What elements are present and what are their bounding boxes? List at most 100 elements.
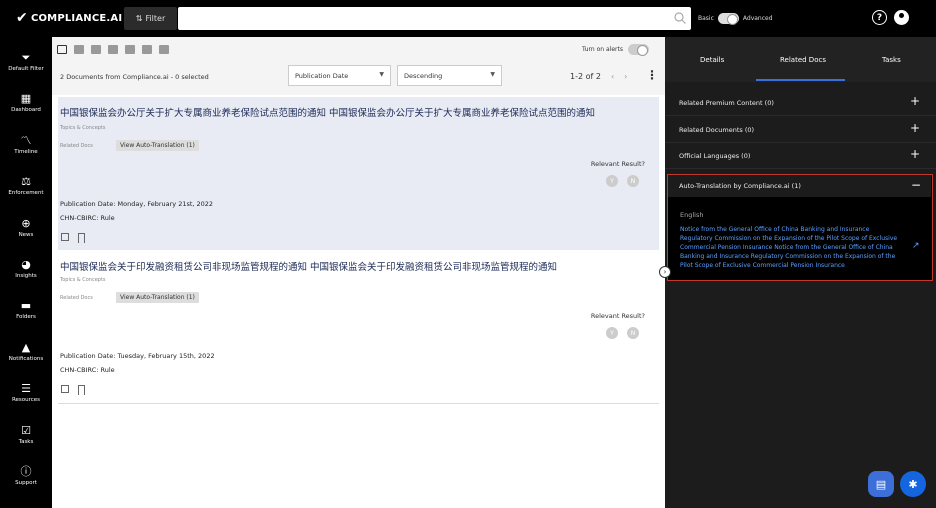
open-external-icon[interactable]: ↗ — [912, 241, 920, 251]
email-icon[interactable] — [91, 45, 101, 54]
collapse-icon[interactable]: − — [911, 178, 921, 192]
accessibility-icon: ✱ — [908, 477, 918, 491]
app-logo[interactable]: ✔ COMPLIANCE.AI — [16, 10, 122, 26]
list-controls: 2 Documents from Compliance.ai - 0 selec… — [52, 63, 665, 95]
add-task-icon[interactable] — [159, 45, 169, 54]
collapse-panel-icon[interactable]: › — [659, 266, 671, 278]
sidebar-item-news[interactable]: ⊕ News — [0, 217, 52, 238]
section-auto-translation: Auto-Translation by Compliance.ai (1) − … — [667, 174, 933, 281]
document-count: 2 Documents from Compliance.ai - 0 selec… — [60, 73, 209, 81]
print-icon[interactable] — [108, 45, 118, 54]
user-avatar-icon[interactable] — [894, 10, 909, 25]
bell-icon: ▲ — [21, 341, 31, 354]
chevron-down-icon: ▼ — [379, 71, 384, 78]
relevant-no-button[interactable]: N — [627, 327, 639, 339]
section-related-premium[interactable]: Related Premium Content (0) + — [665, 89, 936, 116]
alerts-toggle[interactable] — [628, 44, 649, 56]
export-icon[interactable] — [142, 45, 152, 54]
sidebar-item-resources[interactable]: ☰ Resources — [0, 382, 52, 403]
select-all-checkbox[interactable] — [57, 45, 67, 54]
sidebar-item-enforcement[interactable]: ⚖ Enforcement — [0, 175, 52, 196]
document-title[interactable]: 中国银保监会关于印发融资租赁公司非现场监管规程的通知 中国银保监会关于印发融资租… — [60, 259, 557, 273]
alerts-label: Turn on alerts — [582, 46, 623, 53]
auto-translation-chip[interactable]: View Auto-Translation (1) — [116, 140, 199, 151]
relevant-yes-button[interactable]: Y — [606, 327, 618, 339]
sidebar-item-default-filter[interactable]: ⏷ Default Filter — [0, 51, 52, 72]
relevant-no-button[interactable]: N — [627, 175, 639, 187]
document-item[interactable]: 中国银保监会关于印发融资租赁公司非现场监管规程的通知 中国银保监会关于印发融资租… — [58, 252, 659, 402]
sort-order-select[interactable]: Descending ▼ — [397, 65, 502, 86]
prev-page-icon[interactable]: ‹ — [611, 72, 614, 81]
translation-link[interactable]: Notice from the General Office of China … — [680, 225, 900, 270]
folder-icon[interactable] — [74, 45, 84, 54]
document-checkbox[interactable] — [61, 233, 69, 241]
expand-icon[interactable]: + — [910, 147, 920, 161]
sidebar-item-tasks[interactable]: ☑ Tasks — [0, 424, 52, 445]
agency-label: CHN-CBIRC: Rule — [60, 366, 115, 374]
document-title[interactable]: 中国银保监会办公厅关于扩大专属商业养老保险试点范围的通知 中国银保监会办公厅关于… — [60, 105, 595, 119]
sidebar-item-dashboard[interactable]: ▦ Dashboard — [0, 92, 52, 113]
bulk-actions — [57, 45, 169, 54]
mode-basic-label: Basic — [698, 15, 714, 22]
sidebar-item-insights[interactable]: ◕ Insights — [0, 258, 52, 279]
section-official-languages[interactable]: Official Languages (0) + — [665, 142, 936, 169]
help-icon[interactable]: ? — [872, 10, 887, 25]
document-item[interactable]: 中国银保监会办公厅关于扩大专属商业养老保险试点范围的通知 中国银保监会办公厅关于… — [58, 97, 659, 250]
bookmark-icon[interactable] — [78, 385, 85, 395]
tab-details[interactable]: Details — [700, 56, 724, 64]
search-icon[interactable] — [673, 11, 687, 25]
top-icons: ? — [872, 10, 909, 25]
timeline-icon: 〽 — [20, 134, 32, 147]
sidebar-item-folders[interactable]: ▬ Folders — [0, 299, 52, 320]
sort-by-value: Publication Date — [295, 72, 349, 80]
sort-order-value: Descending — [404, 72, 443, 80]
next-page-icon[interactable]: › — [624, 72, 627, 81]
sort-by-select[interactable]: Publication Date ▼ — [288, 65, 391, 86]
tab-related-docs[interactable]: Related Docs — [780, 56, 826, 64]
accessibility-button[interactable]: ✱ — [900, 471, 926, 497]
chevron-down-icon: ▼ — [490, 71, 495, 78]
relevant-label: Relevant Result? — [590, 312, 645, 320]
publication-date: Publication Date: Monday, February 21st,… — [60, 200, 214, 208]
mode-advanced-label: Advanced — [742, 15, 773, 22]
chat-button[interactable]: ▤ — [868, 471, 894, 497]
sidebar-item-notifications[interactable]: ▲ Notifications — [0, 341, 52, 362]
top-bar: ✔ COMPLIANCE.AI ⇅ Filter Basic Advanced … — [0, 0, 936, 37]
bookmark-icon[interactable] — [78, 233, 85, 243]
document-checkbox[interactable] — [61, 385, 69, 393]
list-toolbar: Turn on alerts — [52, 37, 665, 63]
checkbox-icon: ☑ — [21, 424, 31, 437]
document-list-panel: Turn on alerts 2 Documents from Complian… — [52, 37, 665, 508]
sidebar-item-support[interactable]: ⓘ Support — [0, 465, 52, 486]
sidebar-item-timeline[interactable]: 〽 Timeline — [0, 134, 52, 155]
agency-label: CHN-CBIRC: Rule — [60, 214, 115, 222]
download-icon[interactable] — [125, 45, 135, 54]
auto-translation-chip[interactable]: View Auto-Translation (1) — [116, 292, 199, 303]
filter-button[interactable]: ⇅ Filter — [124, 7, 177, 30]
section-label: Related Premium Content (0) — [679, 99, 774, 107]
folder-icon: ▬ — [20, 299, 32, 312]
tab-tasks[interactable]: Tasks — [882, 56, 901, 64]
section-related-documents[interactable]: Related Documents (0) + — [665, 116, 936, 143]
globe-icon: ⊕ — [21, 217, 31, 230]
list-divider — [58, 403, 659, 404]
section-label: Official Languages (0) — [679, 152, 751, 160]
section-header[interactable]: Auto-Translation by Compliance.ai (1) − — [668, 175, 931, 197]
expand-icon[interactable]: + — [910, 121, 920, 135]
more-options-icon[interactable]: ⋮ — [646, 68, 658, 82]
topics-label[interactable]: Topics & Concepts — [60, 125, 106, 131]
topics-label[interactable]: Topics & Concepts — [60, 277, 106, 283]
section-label: Related Documents (0) — [679, 126, 755, 134]
mode-toggle[interactable] — [717, 13, 739, 25]
relevant-yes-button[interactable]: Y — [606, 175, 618, 187]
pagination: 1-2 of 2 ‹ › — [570, 72, 627, 81]
dashboard-icon: ▦ — [20, 92, 32, 105]
page-range: 1-2 of 2 — [570, 72, 601, 81]
expand-icon[interactable]: + — [910, 94, 920, 108]
detail-tabs: Details Related Docs Tasks — [665, 37, 936, 82]
brand-name: COMPLIANCE.AI — [30, 12, 123, 24]
detail-panel: Details Related Docs Tasks Related Premi… — [665, 37, 936, 508]
filter-icon: ⇅ — [135, 14, 143, 23]
search-input[interactable] — [178, 7, 691, 30]
pie-icon: ◕ — [21, 258, 31, 271]
